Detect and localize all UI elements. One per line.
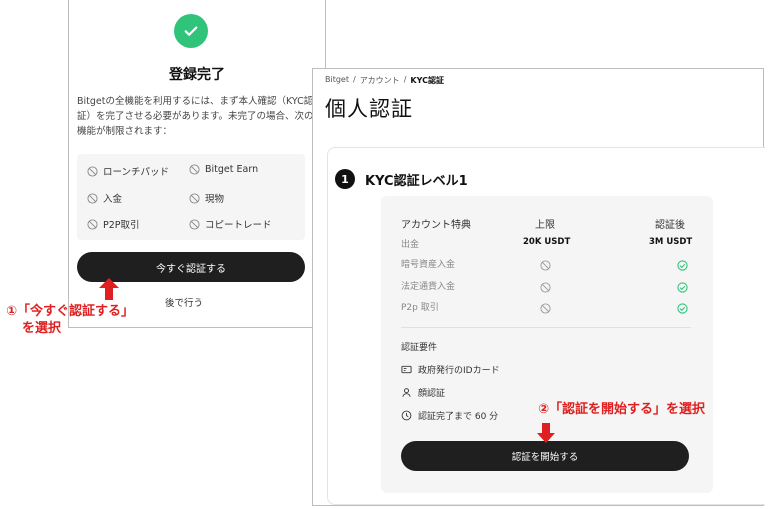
ban-icon	[189, 192, 200, 204]
ban-icon	[189, 164, 200, 175]
down-arrow-icon	[537, 423, 555, 443]
table-row-label: 暗号資産入金	[401, 260, 456, 270]
check-circle-icon	[677, 256, 688, 275]
breadcrumb-separator: /	[403, 75, 407, 84]
restricted-item: P2P取引	[87, 217, 140, 231]
table-row-limit: 20K USDT	[523, 237, 571, 247]
restricted-features-box: ローンチパッド Bitget Earn 入金 現物 P2P取引 コピートレード	[77, 154, 305, 240]
check-circle-icon	[677, 278, 688, 297]
breadcrumb-separator: /	[352, 75, 356, 84]
breadcrumb-kyc: KYC認証	[410, 76, 444, 85]
restricted-item: 入金	[87, 191, 122, 205]
kyc-level-title: KYC認証レベル1	[365, 174, 468, 189]
registration-title: 登録完了	[169, 67, 225, 83]
table-row-label: 出金	[401, 240, 420, 250]
clock-icon	[401, 410, 412, 421]
table-row-after: 3M USDT	[649, 237, 693, 247]
up-arrow-icon	[99, 278, 119, 300]
ban-icon	[87, 165, 98, 177]
check-circle-icon	[677, 299, 688, 318]
ban-icon	[540, 299, 551, 318]
check-success-icon	[174, 14, 208, 48]
restricted-item: Bitget Earn	[189, 164, 258, 175]
annotation-step2: ②「認証を開始する」を選択	[538, 402, 706, 417]
section-divider	[401, 327, 691, 328]
restricted-item: 現物	[189, 191, 224, 205]
annotation-step1: ①「今すぐ認証する」	[6, 304, 135, 319]
table-header-after: 認証後	[655, 220, 685, 231]
step-number-badge: 1	[335, 169, 355, 189]
ban-icon	[189, 218, 200, 230]
table-header-limit: 上限	[535, 220, 555, 231]
id-card-icon	[401, 365, 412, 374]
restricted-item: ローンチパッド	[87, 164, 169, 178]
annotation-step1-line2: を選択	[22, 321, 62, 336]
table-header-benefit: アカウント特典	[401, 220, 471, 231]
registration-description: Bitgetの全機能を利用するには、まず本人確認（KYC認証）を完了させる必要が…	[77, 96, 314, 137]
requirements-title: 認証要件	[401, 343, 438, 353]
table-row-label: P2p 取引	[401, 303, 439, 313]
breadcrumb-account[interactable]: アカウント	[360, 75, 400, 86]
ban-icon	[540, 256, 551, 275]
ban-icon	[540, 278, 551, 297]
start-verification-button[interactable]: 認証を開始する	[401, 441, 689, 471]
breadcrumb-bitget[interactable]: Bitget	[325, 75, 349, 86]
restricted-item: コピートレード	[189, 217, 272, 231]
requirement-item: 政府発行のIDカード	[401, 363, 500, 376]
breadcrumb: Bitget / アカウント / KYC認証	[325, 75, 444, 86]
page-title: 個人認証	[325, 97, 413, 121]
ban-icon	[87, 218, 98, 230]
table-row-label: 法定通貨入金	[401, 282, 456, 292]
ban-icon	[87, 192, 98, 204]
requirement-item: 顔認証	[401, 386, 445, 399]
requirement-item: 認証完了まで 60 分	[401, 409, 498, 422]
user-icon	[402, 388, 411, 397]
